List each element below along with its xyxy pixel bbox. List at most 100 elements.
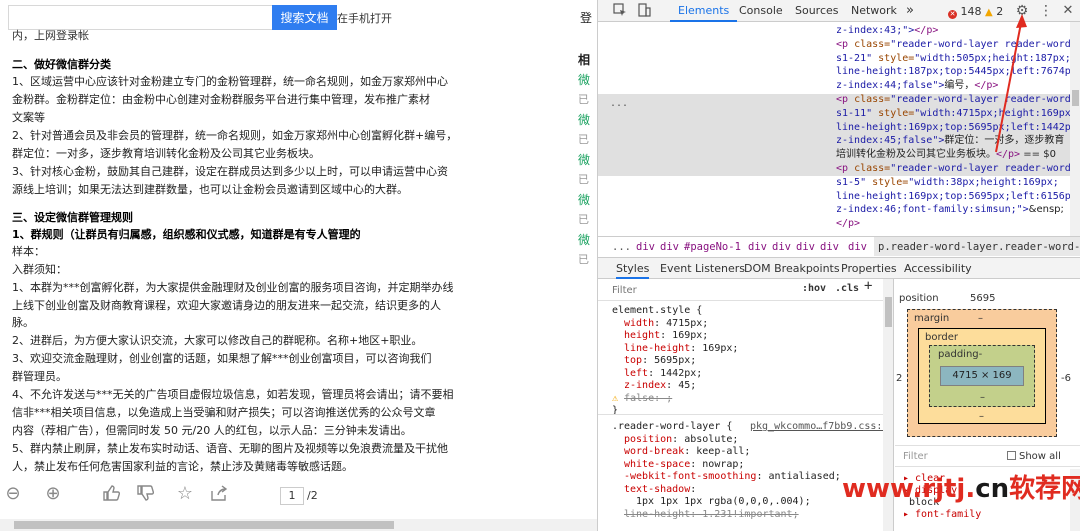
dom-line[interactable]: <p class="reader-word-layer reader-word- bbox=[836, 162, 1070, 176]
dom-line[interactable]: z-index:43;"></p> bbox=[836, 24, 938, 38]
css-overridden-declaration[interactable]: line-height: 1.231!important; bbox=[624, 509, 799, 522]
error-warning-counter[interactable]: ✕ 148 ▲ 2 bbox=[948, 5, 1003, 19]
css-declaration[interactable]: text-shadow: bbox=[624, 484, 696, 497]
dom-line[interactable]: <p class="reader-word-layer reader-word- bbox=[836, 38, 1070, 52]
settings-gear-icon[interactable]: ⚙ bbox=[1014, 3, 1030, 19]
related-item[interactable]: 已 bbox=[578, 170, 597, 190]
css-selector[interactable]: element.style { bbox=[612, 305, 702, 318]
close-devtools-icon[interactable]: ✕ bbox=[1060, 3, 1076, 19]
new-rule-button[interactable]: + bbox=[864, 279, 872, 292]
tab-properties[interactable]: Properties bbox=[841, 258, 897, 279]
dom-tree-scroll-thumb[interactable] bbox=[1072, 90, 1079, 106]
doc-horizontal-scrollbar[interactable] bbox=[0, 519, 597, 531]
dom-line[interactable]: z-index:46;font-family:simsun;">&ensp; bbox=[836, 203, 1064, 217]
related-item[interactable]: 已 bbox=[578, 90, 597, 110]
css-declaration[interactable]: z-index: 45; bbox=[624, 380, 696, 393]
related-item[interactable]: 已 bbox=[578, 210, 597, 230]
border-bottom-value[interactable]: – bbox=[979, 411, 984, 422]
css-invalid-declaration[interactable]: ⚠ false: ; bbox=[612, 393, 672, 406]
breadcrumb-item[interactable]: div bbox=[636, 237, 655, 256]
css-selector[interactable]: .reader-word-layer { bbox=[612, 421, 732, 434]
dom-line[interactable]: z-index:45;false">群定位：一对多，逐步教育 bbox=[836, 134, 1064, 148]
breadcrumb-item[interactable]: div bbox=[796, 237, 815, 256]
computed-property[interactable]: ▸ font-family bbox=[903, 509, 981, 520]
css-declaration[interactable]: word-break: keep-all; bbox=[624, 446, 750, 459]
class-toggle[interactable]: .cls bbox=[835, 283, 859, 296]
styles-scroll-thumb[interactable] bbox=[885, 297, 892, 327]
tab-accessibility[interactable]: Accessibility bbox=[904, 258, 972, 279]
css-declaration[interactable]: left: 1442px; bbox=[624, 368, 702, 381]
tab-event-listeners[interactable]: Event Listeners bbox=[660, 258, 745, 279]
tab-elements[interactable]: Elements bbox=[670, 0, 738, 22]
breadcrumb-item[interactable]: ... bbox=[612, 237, 631, 256]
related-item[interactable]: 微 bbox=[578, 110, 597, 130]
zoom-in-icon[interactable]: ⊕ bbox=[42, 483, 64, 505]
margin-top-value[interactable]: – bbox=[978, 313, 983, 324]
dom-line[interactable]: <p class="reader-word-layer reader-word- bbox=[836, 93, 1070, 107]
tab-dom-breakpoints[interactable]: DOM Breakpoints bbox=[744, 258, 840, 279]
dom-line[interactable]: z-index:44;false">编号，</p> bbox=[836, 79, 998, 93]
breadcrumb-item[interactable]: div bbox=[820, 237, 839, 256]
device-toolbar-icon[interactable] bbox=[636, 3, 652, 19]
more-options-icon[interactable]: ⋮ bbox=[1038, 3, 1054, 19]
breadcrumb-item[interactable]: div bbox=[848, 237, 867, 256]
css-declaration[interactable]: -webkit-font-smoothing: antialiased; bbox=[624, 471, 841, 484]
dom-line[interactable]: line-height:169px;top:5695px;left:6156px… bbox=[836, 190, 1070, 204]
tab-console[interactable]: Console bbox=[739, 0, 783, 22]
dom-line[interactable]: line-height:187px;top:5445px;left:7674px… bbox=[836, 65, 1070, 79]
more-tabs-button[interactable]: » bbox=[906, 0, 914, 22]
show-all-checkbox[interactable]: Show all bbox=[1007, 451, 1061, 462]
node-menu-ellipsis[interactable]: ... bbox=[610, 97, 628, 111]
thumbs-up-icon[interactable] bbox=[100, 483, 122, 505]
hover-state-toggle[interactable]: :hov bbox=[802, 283, 826, 296]
breadcrumb-item[interactable]: div bbox=[660, 237, 679, 256]
content-box[interactable]: 4715 × 169 bbox=[940, 366, 1024, 386]
margin-box[interactable]: margin – border padding- 4715 × 169 – – bbox=[907, 309, 1057, 437]
open-on-phone-link[interactable]: 在手机打开 bbox=[337, 10, 392, 26]
dom-line[interactable]: s1-21" style="width:505px;height:187px; bbox=[836, 52, 1070, 66]
login-link[interactable]: 登 bbox=[580, 9, 592, 26]
css-declaration[interactable]: position: absolute; bbox=[624, 434, 738, 447]
tab-sources[interactable]: Sources bbox=[795, 0, 839, 22]
dom-line[interactable]: s1-11" style="width:4715px;height:169px; bbox=[836, 107, 1070, 121]
inspect-element-icon[interactable] bbox=[612, 3, 628, 19]
css-declaration[interactable]: height: 169px; bbox=[624, 330, 708, 343]
breadcrumb-current[interactable]: p.reader-word-layer.reader-word-s1-11 bbox=[874, 237, 1080, 256]
css-declaration[interactable]: white-space: nowrap; bbox=[624, 459, 744, 472]
css-source-link[interactable]: pkg_wkcommo…f7bb9.css:1 bbox=[750, 421, 888, 434]
styles-filter-input[interactable] bbox=[612, 283, 762, 297]
dom-line[interactable]: line-height:169px;top:5695px;left:1442px… bbox=[836, 121, 1070, 135]
css-declaration[interactable]: top: 5695px; bbox=[624, 355, 696, 368]
related-item[interactable]: 已 bbox=[578, 250, 597, 270]
doc-horizontal-scroll-thumb[interactable] bbox=[14, 521, 394, 529]
thumbs-down-icon[interactable] bbox=[134, 483, 156, 505]
breadcrumb-item[interactable]: #pageNo-1 bbox=[684, 237, 741, 256]
related-item[interactable]: 微 bbox=[578, 150, 597, 170]
search-doc-button[interactable]: 搜索文档 bbox=[272, 5, 337, 30]
padding-box[interactable]: padding- 4715 × 169 – bbox=[929, 345, 1035, 407]
dom-line[interactable]: </p> bbox=[836, 217, 860, 231]
related-item[interactable]: 微 bbox=[578, 70, 597, 90]
related-item[interactable]: 已 bbox=[578, 130, 597, 150]
related-item[interactable]: 微 bbox=[578, 230, 597, 250]
tab-styles[interactable]: Styles bbox=[616, 258, 650, 279]
tab-network[interactable]: Network bbox=[851, 0, 897, 22]
dom-line[interactable]: 培训转化金粉及公司其它业务板块。</p> == $0 bbox=[836, 148, 1056, 162]
dom-tree[interactable]: ... z-index:43;"></p> <p class="reader-wo… bbox=[598, 22, 1070, 236]
dom-tree-scrollbar[interactable] bbox=[1070, 22, 1080, 236]
computed-filter-input[interactable]: Filter bbox=[903, 451, 928, 462]
padding-bottom-value[interactable]: – bbox=[980, 392, 985, 403]
dom-line[interactable]: s1-5" style="width:38px;height:169px; bbox=[836, 176, 1059, 190]
css-declaration[interactable]: width: 4715px; bbox=[624, 318, 708, 331]
related-item[interactable]: 微 bbox=[578, 190, 597, 210]
zoom-out-icon[interactable]: ⊖ bbox=[2, 483, 24, 505]
css-declaration[interactable]: line-height: 169px; bbox=[624, 343, 738, 356]
page-number-input[interactable]: 1 bbox=[280, 487, 304, 505]
share-icon[interactable] bbox=[208, 483, 230, 505]
border-box[interactable]: border padding- 4715 × 169 – – bbox=[918, 328, 1046, 424]
star-icon[interactable]: ☆ bbox=[174, 483, 196, 505]
css-shadow-value[interactable]: 1px 1px 1px rgba(0,0,0,.004); bbox=[636, 496, 811, 509]
breadcrumb-item[interactable]: div bbox=[772, 237, 791, 256]
checkbox-icon[interactable] bbox=[1007, 451, 1016, 460]
breadcrumb-item[interactable]: div bbox=[748, 237, 767, 256]
